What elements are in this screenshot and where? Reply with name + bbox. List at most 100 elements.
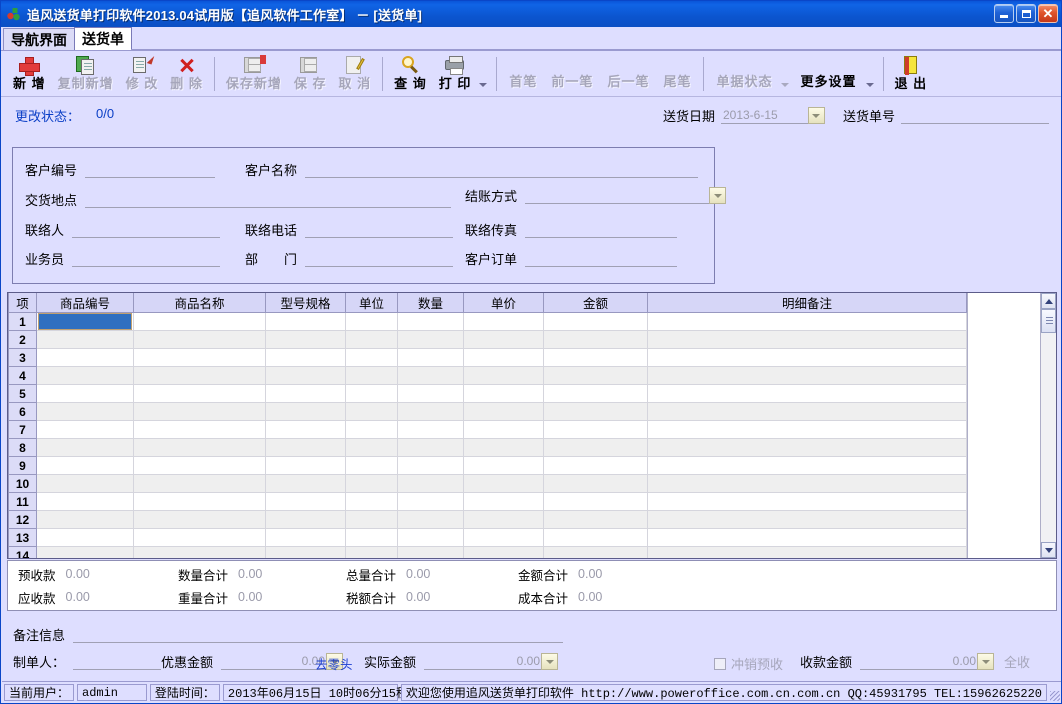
- contact-phone-input[interactable]: [305, 221, 454, 238]
- receive-all-button[interactable]: 全收: [1004, 652, 1030, 671]
- cell-product-name[interactable]: [133, 384, 266, 403]
- actual-amount-input[interactable]: [424, 653, 543, 670]
- cell-detail-remark[interactable]: [647, 348, 967, 367]
- table-row[interactable]: 4: [8, 366, 967, 385]
- cell-detail-remark[interactable]: [647, 402, 967, 421]
- col-index[interactable]: 项: [8, 293, 37, 313]
- toolbar-button-print[interactable]: 打 印: [433, 53, 478, 96]
- col-model-spec[interactable]: 型号规格: [265, 293, 346, 313]
- settlement-method-input[interactable]: [525, 187, 711, 204]
- toolbar-button-edit[interactable]: 修 改: [120, 53, 165, 96]
- cell-unit[interactable]: [345, 420, 398, 439]
- document-status-dropdown[interactable]: [779, 53, 793, 96]
- table-row[interactable]: 13: [8, 528, 967, 547]
- cell-unit[interactable]: [345, 438, 398, 457]
- cell-quantity[interactable]: [397, 348, 464, 367]
- cell-detail-remark[interactable]: [647, 456, 967, 475]
- scroll-track[interactable]: [1041, 309, 1056, 542]
- cell-unit[interactable]: [345, 348, 398, 367]
- delivery-date-dropdown-button[interactable]: [807, 107, 825, 124]
- cell-amount[interactable]: [543, 312, 648, 331]
- cell-unit-price[interactable]: [463, 510, 544, 529]
- cell-amount[interactable]: [543, 420, 648, 439]
- cell-unit[interactable]: [345, 384, 398, 403]
- cell-unit-price[interactable]: [463, 438, 544, 457]
- cell-unit-price[interactable]: [463, 330, 544, 349]
- cell-quantity[interactable]: [397, 402, 464, 421]
- table-row[interactable]: 8: [8, 438, 967, 457]
- contact-fax-input[interactable]: [525, 221, 678, 238]
- delivery-date-combo[interactable]: [720, 107, 825, 124]
- cell-amount[interactable]: [543, 366, 648, 385]
- cell-detail-remark[interactable]: [647, 438, 967, 457]
- cell-product-name[interactable]: [133, 438, 266, 457]
- tab-delivery-note[interactable]: 送货单: [74, 27, 132, 50]
- cell-unit-price[interactable]: [463, 474, 544, 493]
- cell-product-name[interactable]: [133, 456, 266, 475]
- cell-model-spec[interactable]: [265, 510, 346, 529]
- nav-prev-record[interactable]: 前一笔: [544, 53, 600, 96]
- cell-product-code[interactable]: [36, 348, 134, 367]
- cell-unit[interactable]: [345, 492, 398, 511]
- cell-product-name[interactable]: [133, 474, 266, 493]
- cell-product-name[interactable]: [133, 402, 266, 421]
- department-input[interactable]: [305, 250, 454, 267]
- cell-product-code[interactable]: [36, 492, 134, 511]
- checkbox-box[interactable]: [714, 657, 726, 670]
- scroll-thumb[interactable]: [1041, 309, 1056, 333]
- customer-name-input[interactable]: [305, 161, 699, 178]
- cell-unit-price[interactable]: [463, 402, 544, 421]
- table-row[interactable]: 12: [8, 510, 967, 529]
- receipt-amount-dropdown-button[interactable]: [977, 653, 995, 670]
- round-off-label[interactable]: 去零头: [315, 654, 353, 673]
- print-dropdown-button[interactable]: [477, 53, 491, 96]
- table-row[interactable]: 1: [8, 312, 967, 331]
- col-product-code[interactable]: 商品编号: [36, 293, 134, 313]
- cell-detail-remark[interactable]: [647, 492, 967, 511]
- receipt-amount-combo[interactable]: [860, 653, 995, 670]
- scroll-down-button[interactable]: [1041, 542, 1056, 558]
- actual-amount-dropdown-button[interactable]: [541, 653, 559, 670]
- customer-order-input[interactable]: [525, 250, 678, 267]
- cell-model-spec[interactable]: [265, 420, 346, 439]
- cell-quantity[interactable]: [397, 510, 464, 529]
- cell-amount[interactable]: [543, 402, 648, 421]
- cell-detail-remark[interactable]: [647, 546, 967, 558]
- toolbar-button-save[interactable]: 保 存: [288, 53, 333, 96]
- cell-product-code[interactable]: [36, 330, 134, 349]
- cell-detail-remark[interactable]: [647, 528, 967, 547]
- cell-product-name[interactable]: [133, 312, 266, 331]
- salesperson-input[interactable]: [72, 250, 221, 267]
- cell-unit[interactable]: [345, 528, 398, 547]
- nav-first-record[interactable]: 首笔: [502, 53, 544, 96]
- cell-unit-price[interactable]: [463, 420, 544, 439]
- cell-unit-price[interactable]: [463, 348, 544, 367]
- cell-unit[interactable]: [345, 330, 398, 349]
- nav-last-record[interactable]: 尾笔: [656, 53, 698, 96]
- toolbar-button-add[interactable]: 新 增: [7, 53, 52, 96]
- cell-unit-price[interactable]: [463, 456, 544, 475]
- cell-amount[interactable]: [543, 456, 648, 475]
- contact-person-input[interactable]: [72, 221, 221, 238]
- cell-quantity[interactable]: [397, 528, 464, 547]
- col-amount[interactable]: 金额: [543, 293, 648, 313]
- cell-product-name[interactable]: [133, 330, 266, 349]
- col-unit[interactable]: 单位: [345, 293, 398, 313]
- cell-detail-remark[interactable]: [647, 474, 967, 493]
- cell-product-code[interactable]: [36, 546, 134, 558]
- toolbar-button-cancel[interactable]: 取 消: [333, 53, 378, 96]
- cell-product-code[interactable]: [36, 312, 134, 331]
- cell-unit[interactable]: [345, 546, 398, 558]
- col-unit-price[interactable]: 单价: [463, 293, 544, 313]
- cell-product-name[interactable]: [133, 528, 266, 547]
- cell-amount[interactable]: [543, 330, 648, 349]
- maker-input[interactable]: [73, 653, 162, 670]
- table-row[interactable]: 10: [8, 474, 967, 493]
- cell-detail-remark[interactable]: [647, 420, 967, 439]
- cell-detail-remark[interactable]: [647, 510, 967, 529]
- cell-product-code[interactable]: [36, 456, 134, 475]
- cell-model-spec[interactable]: [265, 348, 346, 367]
- cell-product-code[interactable]: [36, 402, 134, 421]
- cell-quantity[interactable]: [397, 438, 464, 457]
- cell-unit-price[interactable]: [463, 384, 544, 403]
